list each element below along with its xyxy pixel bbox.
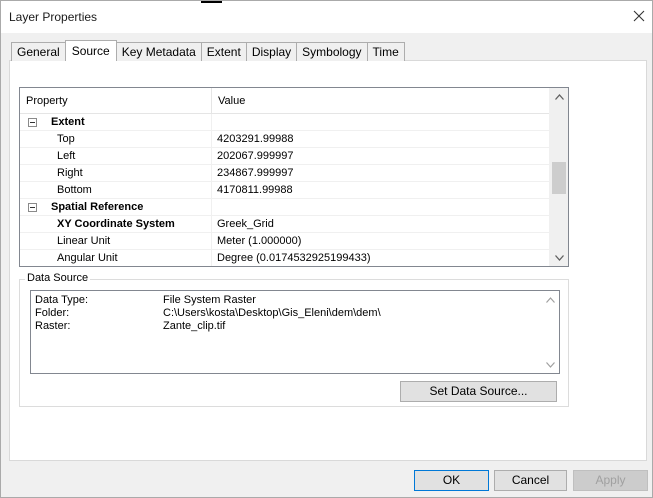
header-value[interactable]: Value [212,88,245,113]
tab-source[interactable]: Source [64,40,117,61]
property-row-bottom[interactable]: Bottom 4170811.99988 [20,182,550,199]
raster-key: Raster: [35,320,71,332]
tab-extent[interactable]: Extent [200,42,247,61]
scroll-down-icon[interactable] [550,249,568,266]
row-property-label: Extent [51,116,85,128]
folder-key: Folder: [35,307,70,319]
tab-key-metadata[interactable]: Key Metadata [115,42,202,61]
row-value [212,114,217,130]
data-source-label: Data Source [25,272,91,284]
grid-scrollbar[interactable] [549,88,568,266]
row-value: Greek_Grid [217,218,274,230]
apply-button[interactable]: Apply [573,470,648,491]
grid-rows: Extent Top 4203291.99988 Left 202067.999… [20,114,550,266]
row-property: Linear Unit [20,233,212,249]
property-row-angular-unit[interactable]: Angular Unit Degree (0.0174532925199433) [20,250,550,266]
scroll-up-icon[interactable] [542,291,559,308]
close-button[interactable] [627,5,651,27]
row-property: Right [20,165,212,181]
property-row-linear-unit[interactable]: Linear Unit Meter (1.000000) [20,233,550,250]
row-value: 4170811.99988 [217,184,293,196]
row-property: Extent [20,114,212,130]
property-row-left[interactable]: Left 202067.999997 [20,148,550,165]
layer-properties-dialog: Layer Properties General Source Key Meta… [0,0,653,498]
row-property: Angular Unit [20,250,212,266]
row-value [212,199,217,215]
collapse-icon[interactable] [28,118,37,127]
row-value: 234867.999997 [217,167,294,179]
property-row-right[interactable]: Right 234867.999997 [20,165,550,182]
data-source-scrollbar[interactable] [542,291,559,373]
tab-strip: General Source Key Metadata Extent Displ… [11,40,405,61]
category-row-spatial-reference[interactable]: Spatial Reference [20,199,550,216]
data-type-value: File System Raster [163,294,256,306]
row-value: Degree (0.0174532925199433) [217,252,371,264]
row-property: Top [20,131,212,147]
window-title: Layer Properties [9,10,98,24]
collapse-icon[interactable] [28,203,37,212]
tab-display[interactable]: Display [245,42,298,61]
raster-value: Zante_clip.tif [163,320,226,332]
row-value: Meter (1.000000) [217,235,302,247]
property-row-xy-coordinate-system[interactable]: XY Coordinate System Greek_Grid [20,216,550,233]
set-data-source-button[interactable]: Set Data Source... [400,381,557,402]
tab-time[interactable]: Time [366,42,405,61]
row-value: 4203291.99988 [217,133,294,145]
close-icon [633,10,645,22]
row-value: 202067.999997 [217,150,294,162]
grid-header: Property Value [20,88,550,114]
data-source-textbox[interactable]: Data Type: File System Raster Folder: C:… [30,290,560,374]
row-property: Spatial Reference [20,199,212,215]
row-property: Left [20,148,212,164]
tab-general[interactable]: General [11,42,66,61]
scrollbar-thumb[interactable] [552,162,566,194]
cancel-button[interactable]: Cancel [494,470,567,491]
category-row-extent[interactable]: Extent [20,114,550,131]
scroll-up-icon[interactable] [550,88,568,105]
row-property-label: Spatial Reference [51,201,144,213]
ok-button[interactable]: OK [414,470,489,491]
tab-symbology[interactable]: Symbology [296,42,368,61]
header-property[interactable]: Property [20,88,212,113]
scroll-down-icon[interactable] [542,356,559,373]
row-property: XY Coordinate System [20,216,212,232]
property-row-top[interactable]: Top 4203291.99988 [20,131,550,148]
data-type-key: Data Type: [35,294,88,306]
row-property: Bottom [20,182,212,198]
title-bar: Layer Properties [1,1,652,33]
title-accent [201,1,222,3]
folder-value: C:\Users\kosta\Desktop\Gis_Eleni\dem\dem… [163,307,381,319]
property-grid[interactable]: Property Value Extent Top 4203291.99988 … [19,87,569,267]
